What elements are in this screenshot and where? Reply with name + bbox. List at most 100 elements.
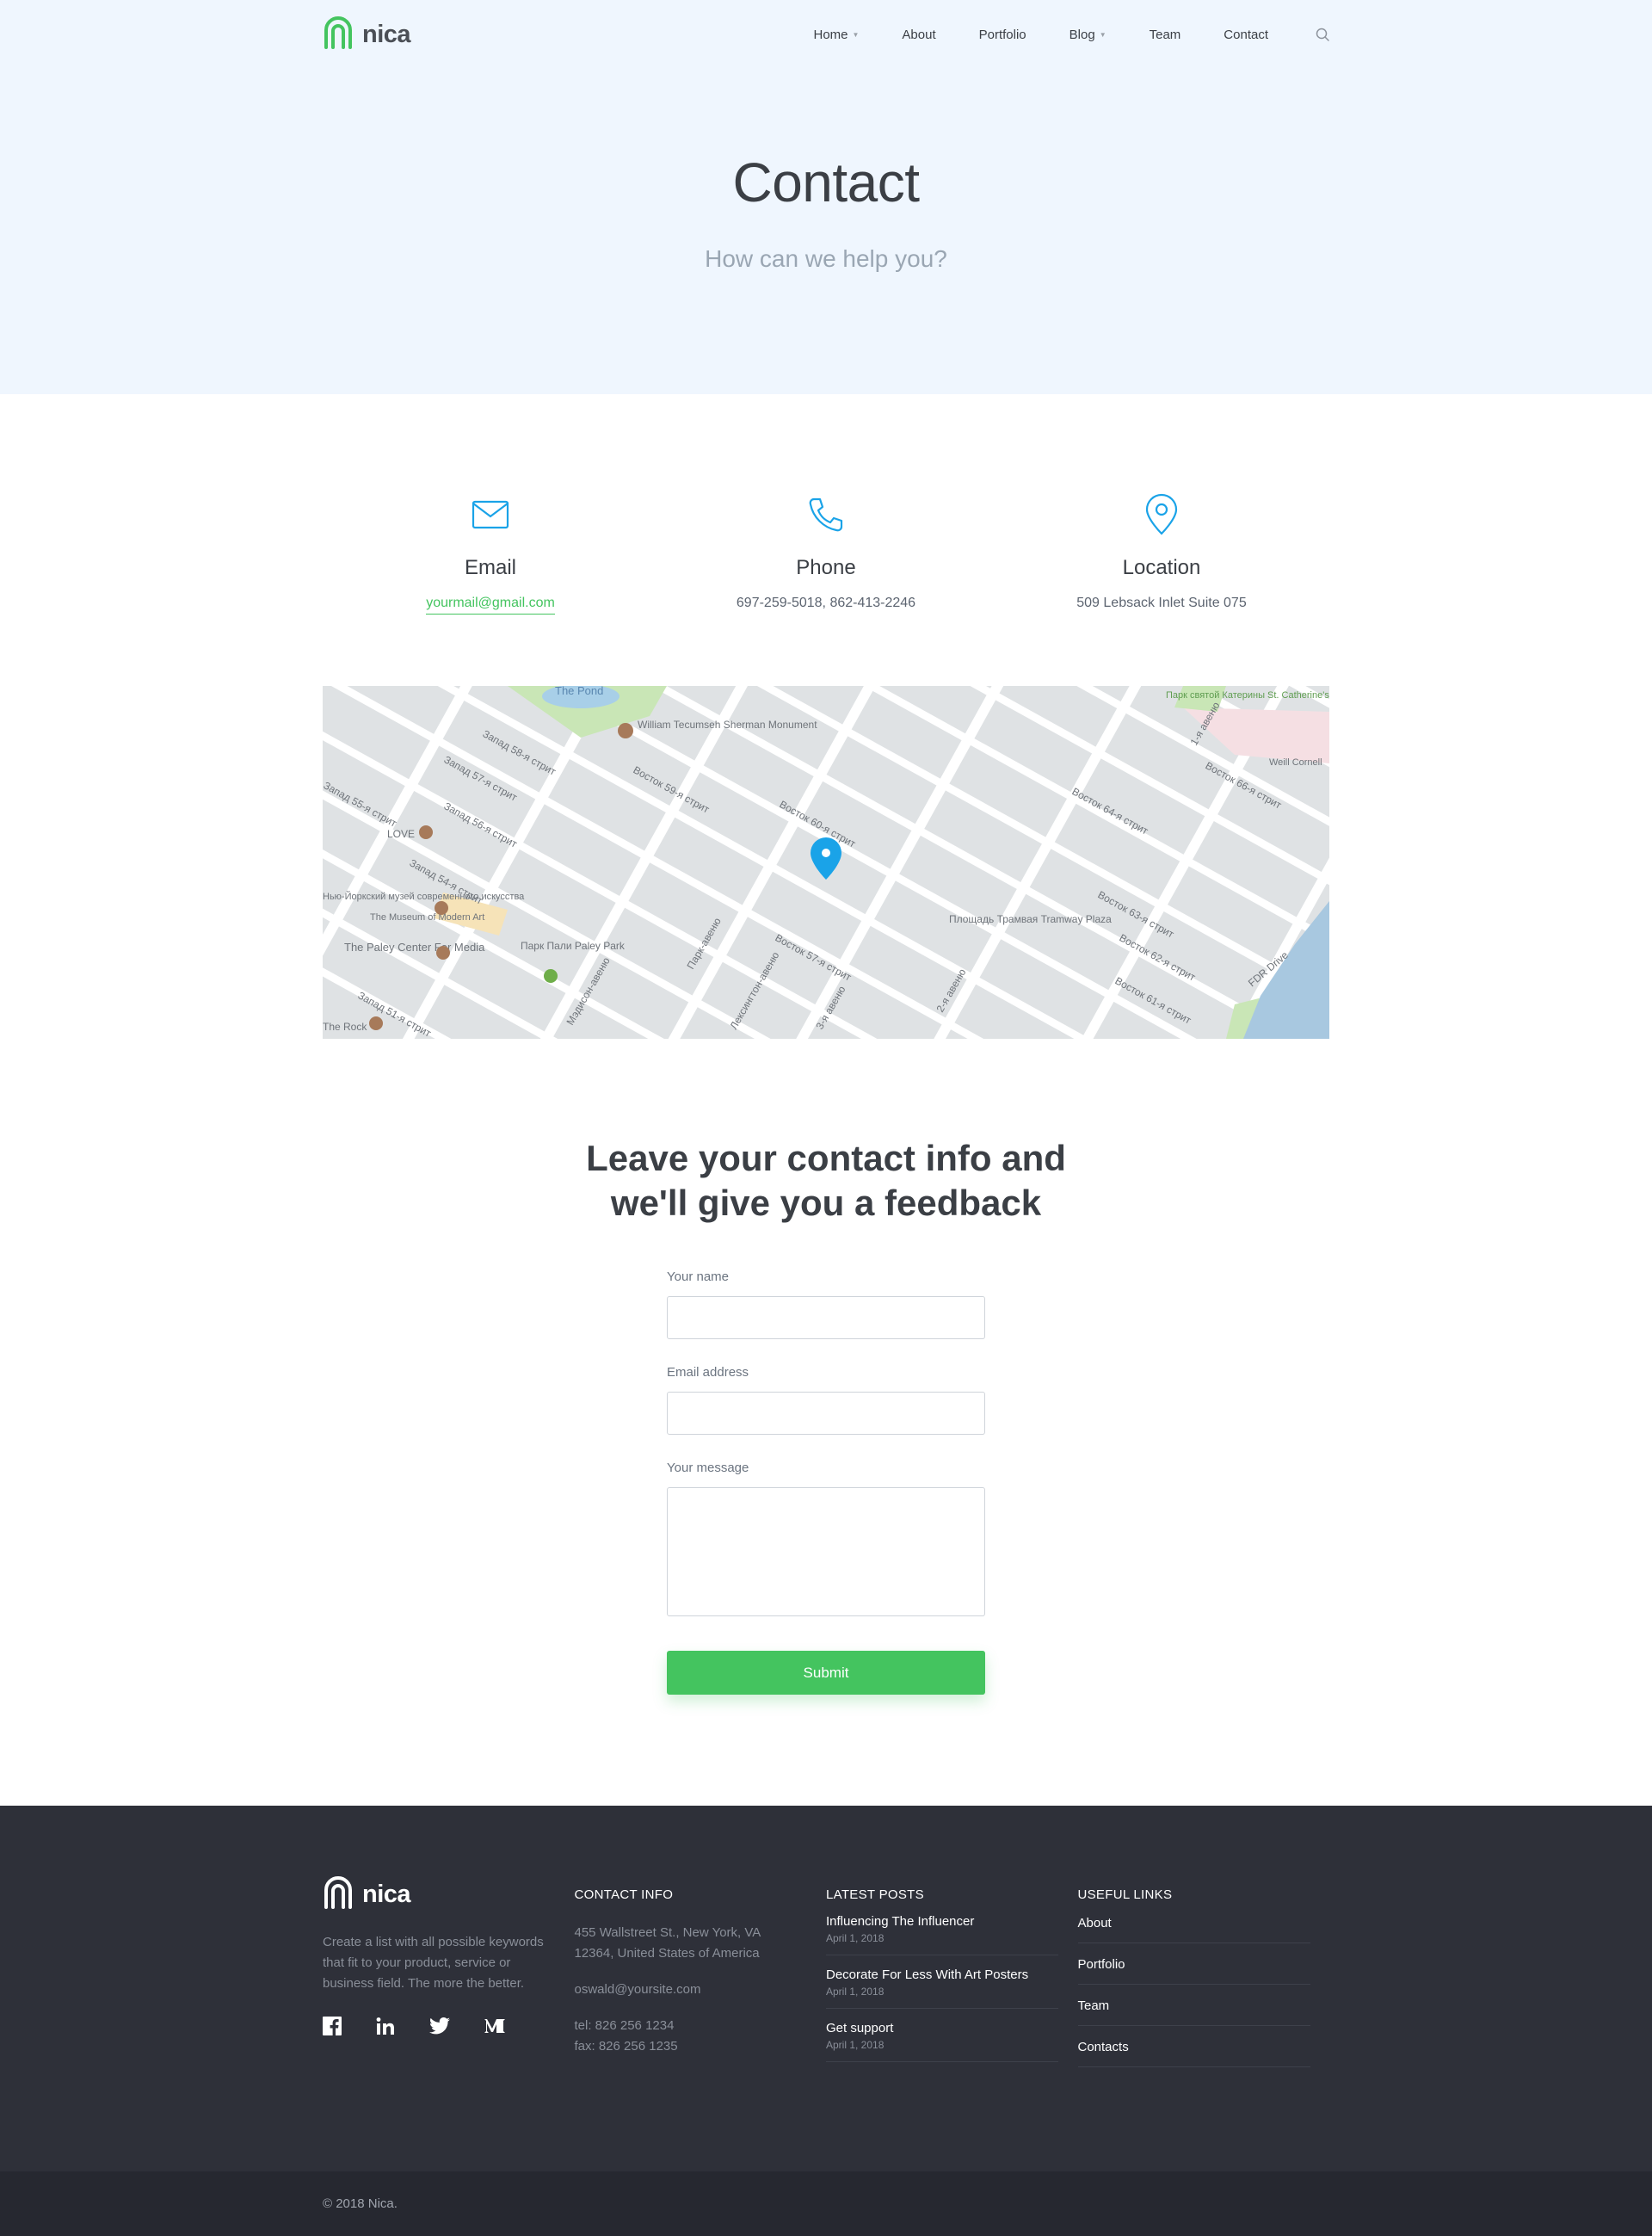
post-title: Get support bbox=[826, 2021, 894, 2035]
contact-email-block: Email yourmail@gmail.com bbox=[323, 491, 658, 615]
post-date: April 1, 2018 bbox=[826, 1986, 885, 1998]
footer-links: USEFUL LINKS About Portfolio Team Contac… bbox=[1077, 1876, 1330, 2067]
footer-address: 455 Wallstreet St., New York, VA 12364, … bbox=[574, 1925, 761, 1961]
map-label: The Rock bbox=[323, 1021, 367, 1033]
nav-item-about[interactable]: About bbox=[902, 28, 935, 42]
search-icon bbox=[1316, 28, 1329, 41]
footer-posts-heading: LATEST POSTS bbox=[826, 1887, 924, 1902]
footer-link-team[interactable]: Team bbox=[1077, 1998, 1310, 2026]
nav-item-contact[interactable]: Contact bbox=[1224, 28, 1268, 42]
map-canvas: The Pond William Tecumseh Sherman Monume… bbox=[323, 686, 1329, 1039]
footer-about: nica Create a list with all possible key… bbox=[323, 1876, 575, 2067]
form-title: Leave your contact info and we'll give yo… bbox=[0, 1136, 1652, 1226]
chevron-down-icon: ▼ bbox=[1099, 30, 1106, 39]
nav-item-team[interactable]: Team bbox=[1150, 28, 1181, 42]
map-label: Площадь Трамвая Tramway Plaza bbox=[949, 913, 1112, 925]
footer-brand-name: nica bbox=[362, 1881, 411, 1908]
main-nav: Home ▼ About Portfolio Blog ▼ Team Contact bbox=[813, 0, 1329, 69]
location-map[interactable]: The Pond William Tecumseh Sherman Monume… bbox=[323, 686, 1329, 1039]
form-title-line2: we'll give you a feedback bbox=[610, 1183, 1042, 1223]
contact-location-title: Location bbox=[1122, 556, 1201, 579]
email-label: Email address bbox=[667, 1365, 749, 1380]
footer-post-item[interactable]: Influencing The Influencer April 1, 2018 bbox=[826, 1914, 1058, 1955]
contact-info-section: Email yourmail@gmail.com Phone 697-259-5… bbox=[323, 491, 1329, 615]
submit-button[interactable]: Submit bbox=[667, 1651, 985, 1695]
brand-logo[interactable]: nica bbox=[323, 15, 411, 53]
footer-fax: fax: 826 256 1235 bbox=[574, 2039, 678, 2054]
name-input[interactable] bbox=[667, 1296, 985, 1339]
contact-phone-block: Phone 697-259-5018, 862-413-2246 bbox=[658, 491, 994, 615]
contact-phone-title: Phone bbox=[796, 556, 856, 579]
form-spacer bbox=[667, 1435, 985, 1461]
phone-icon bbox=[658, 491, 994, 539]
message-label: Your message bbox=[667, 1461, 749, 1475]
email-input[interactable] bbox=[667, 1392, 985, 1435]
footer-post-item[interactable]: Get support April 1, 2018 bbox=[826, 2021, 1058, 2062]
footer-tel: tel: 826 256 1234 bbox=[574, 2018, 675, 2033]
nav-item-blog[interactable]: Blog ▼ bbox=[1069, 28, 1106, 42]
post-title: Influencing The Influencer bbox=[826, 1914, 975, 1929]
map-label: The Museum of Modern Art bbox=[370, 912, 484, 923]
social-links bbox=[323, 2017, 575, 2040]
nav-item-home[interactable]: Home ▼ bbox=[813, 28, 859, 42]
page-title: Contact bbox=[732, 151, 920, 213]
nav-label: Portfolio bbox=[978, 27, 1026, 42]
footer-link-portfolio[interactable]: Portfolio bbox=[1077, 1957, 1310, 1985]
nav-label: Home bbox=[813, 27, 848, 42]
chevron-down-icon: ▼ bbox=[852, 30, 860, 39]
contact-email-title: Email bbox=[464, 556, 516, 579]
form-title-line1: Leave your contact info and bbox=[586, 1138, 1066, 1178]
linkedin-icon[interactable] bbox=[376, 2017, 395, 2040]
nav-label: Team bbox=[1149, 27, 1181, 42]
footer-about-text: Create a list with all possible keywords… bbox=[323, 1935, 544, 1991]
page-subtitle: How can we help you? bbox=[705, 245, 947, 272]
nav-item-portfolio[interactable]: Portfolio bbox=[979, 28, 1026, 42]
contact-location-block: Location 509 Lebsack Inlet Suite 075 bbox=[994, 491, 1329, 615]
contact-phone-value: 697-259-5018, 862-413-2246 bbox=[736, 596, 916, 610]
footer-email[interactable]: oswald@yoursite.com bbox=[575, 1980, 827, 2000]
facebook-icon[interactable] bbox=[323, 2017, 342, 2040]
contact-form: Your name Email address Your message Sub… bbox=[667, 1269, 985, 1695]
nica-logo-icon bbox=[323, 15, 354, 53]
nica-logo-icon bbox=[323, 1876, 354, 1913]
map-label: The Pond bbox=[555, 686, 603, 697]
nav-label: About bbox=[902, 27, 936, 42]
footer-link-contacts[interactable]: Contacts bbox=[1077, 2040, 1310, 2067]
post-date: April 1, 2018 bbox=[826, 1932, 885, 1944]
nav-label: Blog bbox=[1069, 27, 1095, 42]
footer-columns: nica Create a list with all possible key… bbox=[323, 1876, 1329, 2067]
footer-logo[interactable]: nica bbox=[323, 1876, 575, 1913]
footer-contact-heading: CONTACT INFO bbox=[574, 1887, 674, 1902]
map-label: William Tecumseh Sherman Monument bbox=[638, 719, 817, 731]
footer-links-heading: USEFUL LINKS bbox=[1077, 1887, 1173, 1902]
brand-name: nica bbox=[362, 20, 411, 48]
map-label: Нью-Йоркский музей современного искусств… bbox=[323, 891, 525, 902]
footer-contact: CONTACT INFO 455 Wallstreet St., New Yor… bbox=[575, 1876, 827, 2067]
twitter-icon[interactable] bbox=[429, 2017, 450, 2039]
site-header: nica Home ▼ About Portfolio Blog ▼ Team Co… bbox=[323, 0, 1329, 69]
name-label: Your name bbox=[667, 1269, 729, 1284]
map-label: LOVE bbox=[387, 828, 415, 840]
footer-posts: LATEST POSTS Influencing The Influencer … bbox=[826, 1876, 1078, 2067]
mail-icon bbox=[323, 491, 658, 539]
medium-icon[interactable] bbox=[484, 2017, 505, 2039]
hero-section: nica Home ▼ About Portfolio Blog ▼ Team Co… bbox=[0, 0, 1652, 394]
site-footer: nica Create a list with all possible key… bbox=[0, 1806, 1652, 2171]
nav-label: Contact bbox=[1224, 27, 1268, 42]
footer-link-about[interactable]: About bbox=[1077, 1916, 1310, 1943]
post-date: April 1, 2018 bbox=[826, 2039, 885, 2051]
map-label: Weill Cornell bbox=[1269, 757, 1322, 768]
message-textarea[interactable] bbox=[667, 1487, 985, 1616]
copyright-text: © 2018 Nica. bbox=[323, 2196, 398, 2211]
map-label: Парк Пали Paley Park bbox=[521, 940, 626, 952]
contact-email-link[interactable]: yourmail@gmail.com bbox=[426, 596, 555, 615]
contact-location-value: 509 Lebsack Inlet Suite 075 bbox=[1076, 596, 1247, 610]
map-label: Парк святой Катерины St. Catherine's Par… bbox=[1166, 690, 1329, 701]
form-spacer bbox=[667, 1339, 985, 1365]
search-button[interactable] bbox=[1316, 28, 1329, 41]
post-title: Decorate For Less With Art Posters bbox=[826, 1967, 1029, 1982]
map-label: The Paley Center For Media bbox=[344, 941, 485, 954]
footer-post-item[interactable]: Decorate For Less With Art Posters April… bbox=[826, 1967, 1058, 2009]
location-pin-icon bbox=[994, 491, 1329, 539]
footer-bottom-bar: © 2018 Nica. bbox=[0, 2171, 1652, 2236]
